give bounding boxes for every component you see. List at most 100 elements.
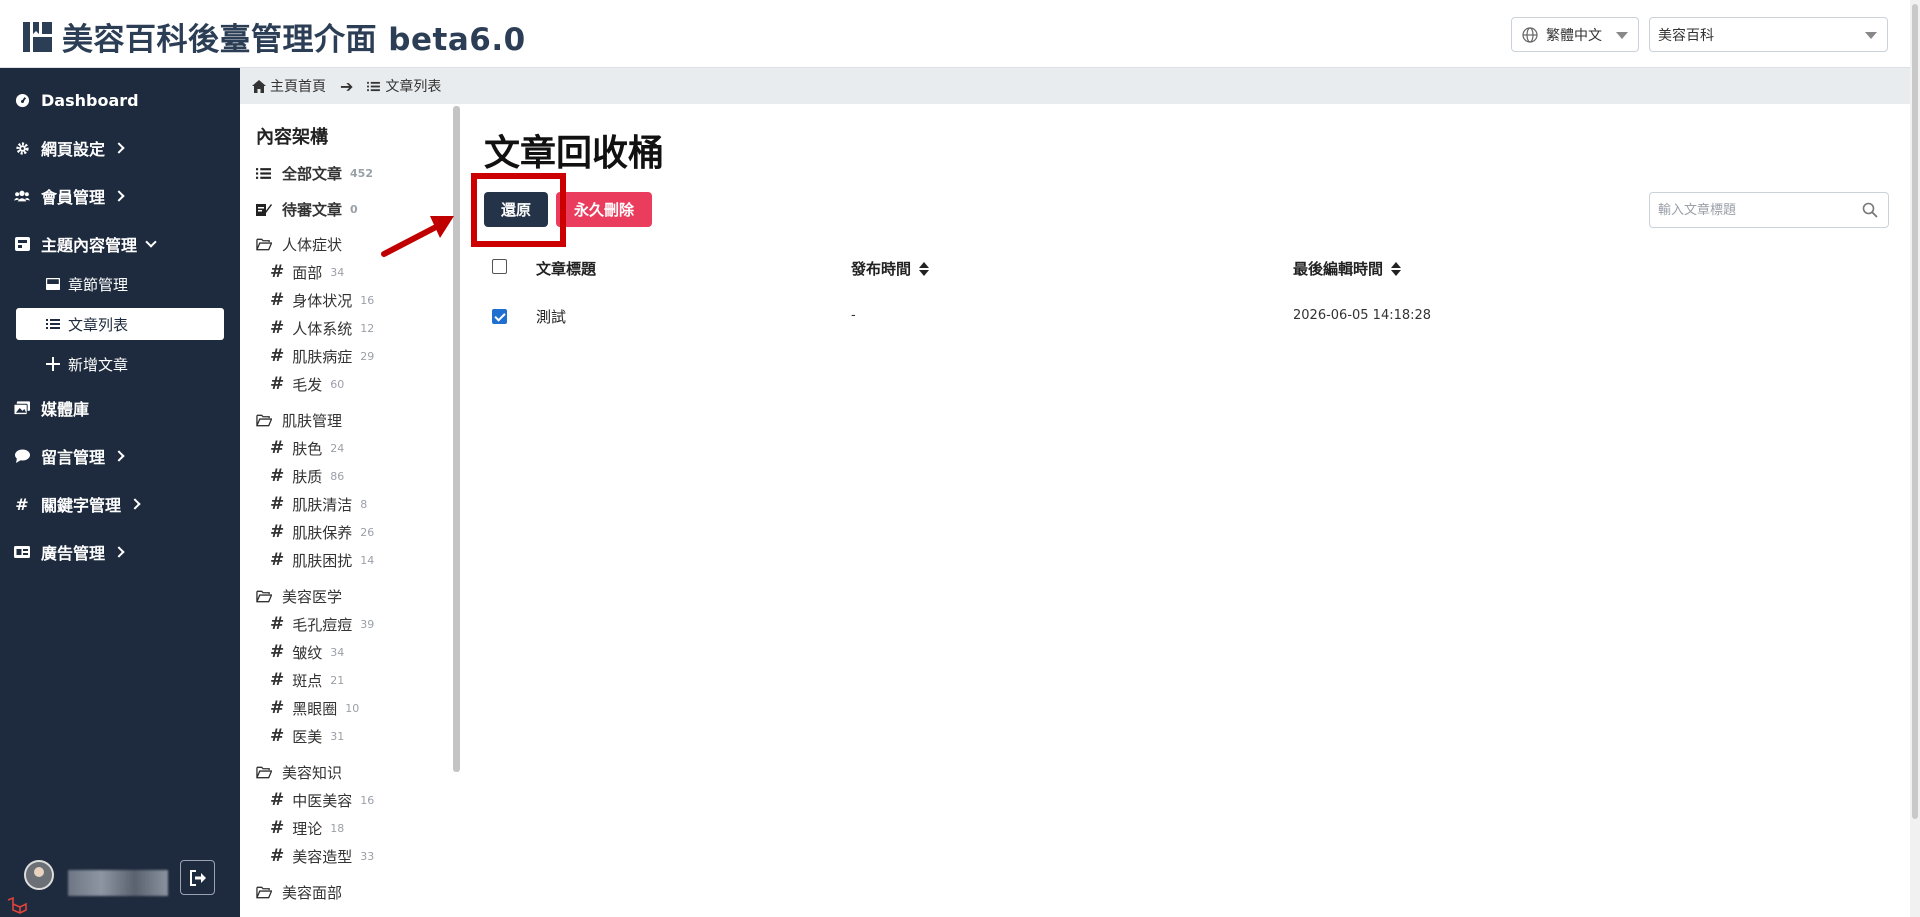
folder-open-icon xyxy=(256,238,272,251)
sidebar-item-members[interactable]: 會員管理 xyxy=(0,176,240,216)
tree-folder[interactable]: 美容医学 xyxy=(256,584,342,608)
hashtag-icon: # xyxy=(270,698,285,718)
tree-item[interactable]: # 毛孔痘痘 39 xyxy=(270,612,374,636)
page-scrollbar[interactable] xyxy=(1910,0,1920,917)
hashtag-icon: # xyxy=(270,318,285,338)
tree-item-count: 21 xyxy=(330,673,345,687)
globe-icon xyxy=(1522,26,1538,43)
sidebar-item-content[interactable]: 主題內容管理 xyxy=(0,224,240,264)
tree-scrollbar-thumb[interactable] xyxy=(453,106,460,772)
site-value: 美容百科 xyxy=(1658,27,1714,44)
edit-icon xyxy=(256,202,272,216)
tree-item[interactable]: # 美容造型 33 xyxy=(270,844,374,868)
tree-item-count: 31 xyxy=(330,729,345,743)
sidebar-footer xyxy=(0,846,240,917)
select-all-checkbox[interactable] xyxy=(492,259,507,274)
tree-folder-label: 人体症状 xyxy=(282,235,343,254)
avatar[interactable] xyxy=(24,860,54,890)
tree-item-label: 皱纹 xyxy=(292,643,323,662)
sidebar-subitem-article-list[interactable]: 文章列表 xyxy=(16,308,224,340)
tree-item[interactable]: # 医美 31 xyxy=(270,724,344,748)
tree-item[interactable]: # 斑点 21 xyxy=(270,668,344,692)
tree-item-label: 理论 xyxy=(292,819,323,838)
hashtag-icon: # xyxy=(270,438,285,458)
row-checkbox[interactable] xyxy=(492,309,507,324)
tree-item[interactable]: # 肌肤病症 29 xyxy=(270,344,374,368)
tree-item[interactable]: # 理论 18 xyxy=(270,816,344,840)
tree-item-all-articles[interactable]: 全部文章 452 xyxy=(256,161,373,185)
column-header-published[interactable]: 發布時間 xyxy=(851,258,930,279)
row-title[interactable]: 測試 xyxy=(536,306,566,327)
tree-item[interactable]: # 中医美容 16 xyxy=(270,788,374,812)
tree-item-count: 26 xyxy=(360,525,375,539)
sidebar-item-keywords[interactable]: # 關鍵字管理 xyxy=(0,484,240,524)
hashtag-icon: # xyxy=(270,670,285,690)
top-header: 美容百科後臺管理介面 beta6.0 繁體中文 美容百科 xyxy=(0,0,1910,68)
tree-item-label: 中医美容 xyxy=(292,791,353,810)
column-header-edited[interactable]: 最後編輯時間 xyxy=(1293,258,1402,279)
hashtag-icon: # xyxy=(270,522,285,542)
hashtag-icon: # xyxy=(270,290,285,310)
folder-open-icon xyxy=(256,414,272,427)
sort-icon[interactable] xyxy=(919,261,930,276)
sidebar-item-comments[interactable]: 留言管理 xyxy=(0,436,240,476)
tree-item[interactable]: # 肤色 24 xyxy=(270,436,344,460)
tree-item-count: 14 xyxy=(360,553,375,567)
tree-item-count: 33 xyxy=(360,849,375,863)
sidebar-item-ads[interactable]: 廣告管理 xyxy=(0,532,240,572)
tree-item[interactable]: # 肌肤保养 26 xyxy=(270,520,374,544)
search-icon[interactable] xyxy=(1862,202,1878,218)
tree-folder[interactable]: 美容面部 xyxy=(256,880,342,904)
hashtag-icon: # xyxy=(270,846,285,866)
tree-item[interactable]: # 肤质 86 xyxy=(270,464,344,488)
tree-item[interactable]: # 肌肤清洁 8 xyxy=(270,492,367,516)
tree-item[interactable]: # 肌肤困扰 14 xyxy=(270,548,374,572)
page-scrollbar-thumb[interactable] xyxy=(1912,4,1918,819)
brand[interactable]: 美容百科後臺管理介面 beta6.0 xyxy=(22,14,526,59)
sidebar-item-label: 留言管理 xyxy=(41,448,106,467)
chevron-right-icon xyxy=(113,450,125,462)
tree-item-count: 10 xyxy=(345,701,360,715)
search-input[interactable] xyxy=(1650,193,1850,227)
permanent-delete-button[interactable]: 永久刪除 xyxy=(556,192,652,227)
hashtag-icon: # xyxy=(270,374,285,394)
language-select[interactable]: 繁體中文 xyxy=(1511,17,1639,52)
tree-folder[interactable]: 美容知识 xyxy=(256,760,342,784)
sort-icon[interactable] xyxy=(1391,261,1402,276)
sidebar-item-settings[interactable]: 網頁設定 xyxy=(0,128,240,168)
app-title: 美容百科後臺管理介面 beta6.0 xyxy=(62,22,526,58)
tree-item[interactable]: # 皱纹 34 xyxy=(270,640,344,664)
sidebar-subitem-chapters[interactable]: 章節管理 xyxy=(16,268,224,300)
hashtag-icon: # xyxy=(270,818,285,838)
language-value: 繁體中文 xyxy=(1546,27,1602,44)
tree-folder[interactable]: 肌肤管理 xyxy=(256,408,342,432)
breadcrumb-home[interactable]: 主頁首頁 xyxy=(270,76,326,96)
tree-item[interactable]: # 身体状况 16 xyxy=(270,288,374,312)
list-icon xyxy=(46,318,60,330)
tree-folder[interactable]: 人体症状 xyxy=(256,232,342,256)
page-title: 文章回收桶 xyxy=(484,133,665,174)
site-select[interactable]: 美容百科 xyxy=(1649,17,1888,52)
sidebar-item-media[interactable]: 媒體庫 xyxy=(0,388,240,428)
hashtag-icon: # xyxy=(270,790,285,810)
home-icon xyxy=(252,79,266,93)
tree-item-count: 8 xyxy=(360,497,368,511)
tree-item-pending-articles[interactable]: 待審文章 0 xyxy=(256,197,358,221)
hdd-icon xyxy=(46,278,60,290)
tree-item-count: 12 xyxy=(360,321,375,335)
tree-item[interactable]: # 黑眼圈 10 xyxy=(270,696,359,720)
sidebar-subitem-new-article[interactable]: 新增文章 xyxy=(16,348,224,380)
laravel-logo-icon xyxy=(7,896,27,914)
logout-button[interactable] xyxy=(180,860,215,895)
tree-title: 內容架構 xyxy=(256,127,328,148)
sidebar-subitem-label: 文章列表 xyxy=(68,315,129,334)
tree-item-label: 面部 xyxy=(292,263,323,282)
tree-item[interactable]: # 毛发 60 xyxy=(270,372,344,396)
breadcrumb-current: 文章列表 xyxy=(385,79,442,95)
tree-item-label: 肌肤病症 xyxy=(292,347,353,366)
tree-item[interactable]: # 面部 34 xyxy=(270,260,344,284)
tree-item[interactable]: # 人体系统 12 xyxy=(270,316,374,340)
chevron-right-icon xyxy=(129,498,141,510)
tree-item-count: 452 xyxy=(350,166,373,180)
sidebar-item-dashboard[interactable]: Dashboard xyxy=(0,80,240,120)
